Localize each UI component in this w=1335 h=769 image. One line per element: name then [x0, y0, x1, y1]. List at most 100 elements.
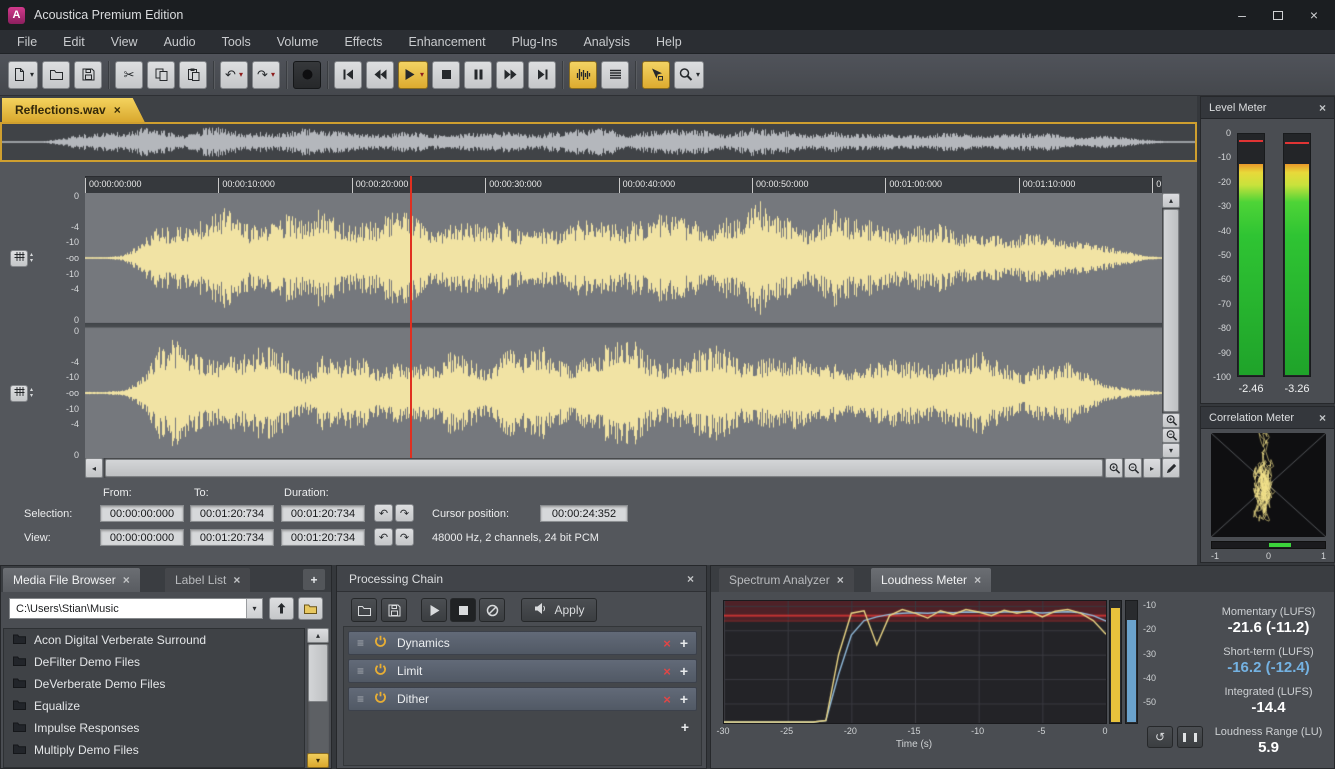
- record-button[interactable]: [293, 61, 321, 89]
- remove-icon[interactable]: ×: [663, 664, 671, 679]
- scroll-down-button[interactable]: ▾: [307, 753, 329, 768]
- skip-start-button[interactable]: [334, 61, 362, 89]
- parent-folder-button[interactable]: [269, 597, 294, 620]
- skip-end-button[interactable]: [528, 61, 556, 89]
- preview-stop-button[interactable]: [450, 598, 476, 622]
- close-panel-icon[interactable]: ×: [687, 572, 694, 586]
- view-redo-button[interactable]: ↷: [395, 528, 414, 546]
- redo-button[interactable]: ↷▾: [252, 61, 280, 89]
- close-tab-icon[interactable]: ×: [233, 573, 240, 587]
- menu-tools[interactable]: Tools: [209, 30, 264, 54]
- scroll-up-button[interactable]: ▴: [1162, 193, 1180, 208]
- rewind-button[interactable]: [366, 61, 394, 89]
- power-icon[interactable]: [373, 690, 388, 708]
- scrollbar-thumb[interactable]: [308, 644, 328, 702]
- preview-play-button[interactable]: [421, 598, 447, 622]
- horizontal-scrollbar-thumb[interactable]: [105, 459, 1103, 477]
- drag-handle-icon[interactable]: ≡: [357, 636, 364, 650]
- paste-button[interactable]: [179, 61, 207, 89]
- add-icon[interactable]: +: [680, 663, 688, 679]
- view-to-input[interactable]: [190, 529, 274, 546]
- view-from-input[interactable]: [100, 529, 184, 546]
- scrub-button[interactable]: [569, 61, 597, 89]
- path-combobox[interactable]: C:\Users\Stian\Music ▾: [9, 598, 263, 619]
- menu-enhancement[interactable]: Enhancement: [395, 30, 498, 54]
- menu-view[interactable]: View: [98, 30, 151, 54]
- close-button[interactable]: ×: [1301, 5, 1327, 25]
- menu-edit[interactable]: Edit: [50, 30, 98, 54]
- close-tab-icon[interactable]: ×: [114, 103, 121, 117]
- menu-file[interactable]: File: [4, 30, 50, 54]
- add-icon[interactable]: +: [680, 635, 688, 651]
- selection-undo-button[interactable]: ↶: [374, 504, 393, 522]
- close-tab-icon[interactable]: ×: [974, 573, 981, 587]
- fast-forward-button[interactable]: [496, 61, 524, 89]
- tab-label-list[interactable]: Label List×: [165, 568, 250, 592]
- channel-1-spinner[interactable]: ▴▾: [30, 253, 33, 264]
- pause-meter-button[interactable]: [1177, 726, 1203, 748]
- cursor-position-input[interactable]: [540, 505, 628, 522]
- edit-pencil-button[interactable]: [1162, 458, 1180, 478]
- horizontal-scrollbar-track[interactable]: [104, 458, 1104, 478]
- spectrogram-button[interactable]: [601, 61, 629, 89]
- scroll-left-button[interactable]: ◂: [85, 458, 103, 478]
- dropdown-arrow-icon[interactable]: ▾: [271, 70, 275, 79]
- scrollbar-track[interactable]: [307, 643, 329, 753]
- new-button[interactable]: ▾: [8, 61, 38, 89]
- folder-row[interactable]: Multiply Demo Files: [4, 739, 304, 761]
- power-icon[interactable]: [373, 662, 388, 680]
- playhead-cursor[interactable]: [410, 176, 412, 458]
- selection-duration-input[interactable]: [281, 505, 365, 522]
- zoom-in-vertical-button[interactable]: [1162, 413, 1180, 428]
- save-chain-button[interactable]: [381, 598, 407, 622]
- menu-analysis[interactable]: Analysis: [570, 30, 643, 54]
- chain-item-dither[interactable]: ≡Dither×+: [348, 687, 697, 711]
- remove-icon[interactable]: ×: [663, 636, 671, 651]
- menu-plug-ins[interactable]: Plug-Ins: [499, 30, 571, 54]
- close-panel-icon[interactable]: ×: [1319, 101, 1326, 115]
- power-icon[interactable]: [373, 634, 388, 652]
- vertical-scrollbar-track[interactable]: [1162, 208, 1180, 413]
- tab-media-file-browser[interactable]: Media File Browser×: [3, 568, 140, 592]
- open-chain-button[interactable]: [351, 598, 377, 622]
- undo-button[interactable]: ↶▾: [220, 61, 248, 89]
- folder-row[interactable]: DeVerberate Demo Files: [4, 673, 304, 695]
- waveform-display[interactable]: [85, 193, 1162, 458]
- timeline-ruler[interactable]: 00:00:00:00000:00:10:00000:00:20:00000:0…: [85, 176, 1162, 193]
- add-icon[interactable]: +: [681, 719, 689, 735]
- menu-effects[interactable]: Effects: [331, 30, 395, 54]
- stop-button[interactable]: [432, 61, 460, 89]
- chain-item-limit[interactable]: ≡Limit×+: [348, 659, 697, 683]
- close-tab-icon[interactable]: ×: [837, 573, 844, 587]
- cut-button[interactable]: ✂: [115, 61, 143, 89]
- tab-spectrum-analyzer[interactable]: Spectrum Analyzer×: [719, 568, 854, 592]
- menu-help[interactable]: Help: [643, 30, 695, 54]
- minimize-button[interactable]: –: [1229, 5, 1255, 25]
- drag-handle-icon[interactable]: ≡: [357, 692, 364, 706]
- drag-handle-icon[interactable]: ≡: [357, 664, 364, 678]
- channel-2-options-button[interactable]: [10, 385, 28, 402]
- add-icon[interactable]: +: [680, 691, 688, 707]
- menu-audio[interactable]: Audio: [151, 30, 209, 54]
- tab-reflections-wav[interactable]: Reflections.wav ×: [2, 98, 145, 122]
- selection-from-input[interactable]: [100, 505, 184, 522]
- view-duration-input[interactable]: [281, 529, 365, 546]
- channel-1-options-button[interactable]: [10, 250, 28, 267]
- selection-redo-button[interactable]: ↷: [395, 504, 414, 522]
- dropdown-arrow-icon[interactable]: ▾: [420, 70, 424, 79]
- scroll-up-button[interactable]: ▴: [307, 628, 329, 643]
- maximize-button[interactable]: [1265, 5, 1291, 25]
- dropdown-arrow-icon[interactable]: ▾: [239, 70, 243, 79]
- copy-button[interactable]: [147, 61, 175, 89]
- zoom-button[interactable]: ▾: [674, 61, 704, 89]
- chevron-down-icon[interactable]: ▾: [246, 599, 262, 618]
- scroll-down-button[interactable]: ▾: [1162, 443, 1180, 458]
- tab-loudness-meter[interactable]: Loudness Meter×: [871, 568, 991, 592]
- dropdown-arrow-icon[interactable]: ▾: [30, 70, 34, 79]
- folder-row[interactable]: Acon Digital Verberate Surround: [4, 629, 304, 651]
- save-button[interactable]: [74, 61, 102, 89]
- overview-waveform[interactable]: [0, 122, 1197, 162]
- apply-button[interactable]: Apply: [521, 598, 597, 622]
- remove-icon[interactable]: ×: [663, 692, 671, 707]
- folder-row[interactable]: Impulse Responses: [4, 717, 304, 739]
